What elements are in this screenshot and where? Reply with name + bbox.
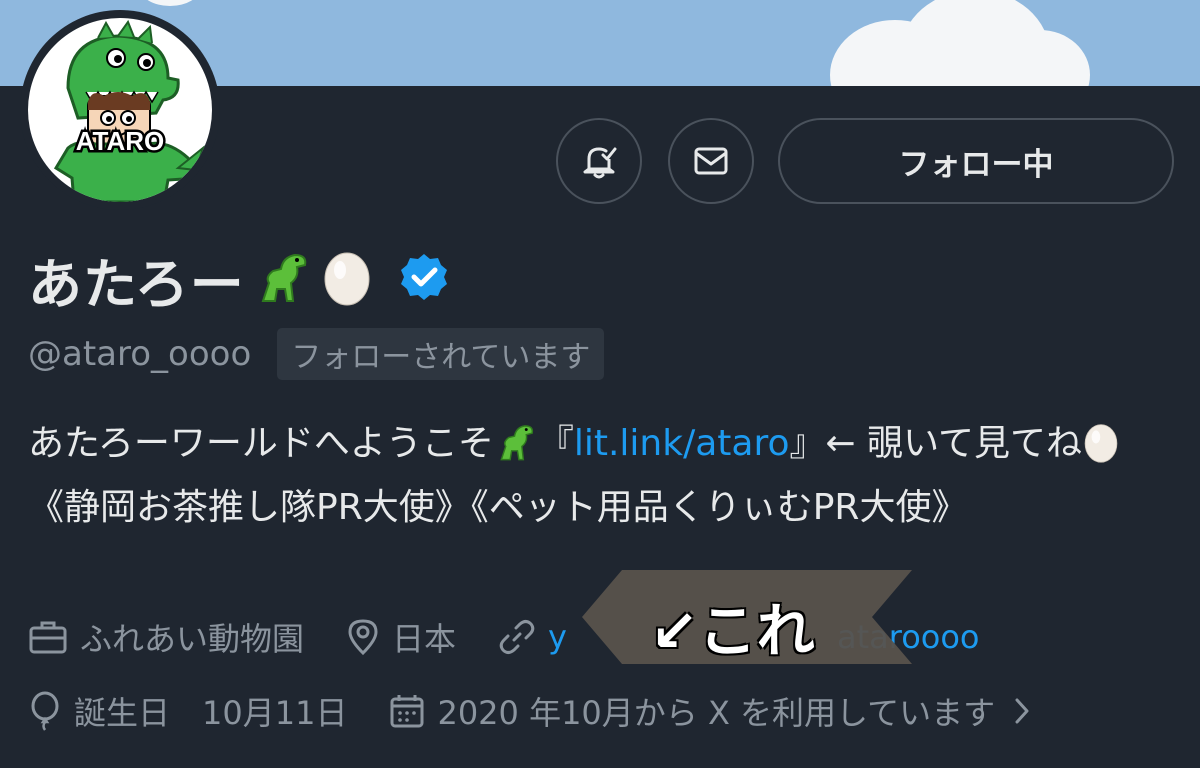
avatar[interactable]: ATARO — [28, 18, 212, 202]
handle: @ataro_oooo — [28, 334, 252, 374]
handle-row: @ataro_oooo フォローされています — [28, 328, 605, 380]
calendar-icon — [390, 695, 424, 728]
bio-intro: あたろーワールドへようこそ — [28, 423, 494, 464]
bell-check-icon — [583, 147, 617, 179]
joined-item[interactable]: 2020 年10月から X を利用しています — [389, 688, 1045, 734]
dinosaur-emoji-icon — [253, 249, 313, 309]
location-item: 日本 — [346, 614, 456, 660]
bio-bracket-open: 『 — [537, 423, 574, 464]
banner-cloud — [140, 0, 200, 6]
joined-text: 2020 年10月から X を利用しています — [437, 694, 996, 732]
job-text: ふれあい動物園 — [80, 620, 305, 658]
bio: あたろーワールドへようこそ 『lit.link/ataro』← 覗いて見てね《静岡… — [28, 416, 1178, 536]
chevron-right-icon — [1015, 698, 1029, 724]
display-name-row: あたろー — [28, 244, 449, 316]
profile-meta-row-2: 誕生日 10月11日 2020 年10月から X を利用しています — [28, 688, 1087, 734]
birthday-text: 誕生日 10月11日 — [74, 694, 348, 732]
website-link-start[interactable]: y — [548, 618, 567, 656]
message-button[interactable] — [668, 118, 754, 204]
bio-link[interactable]: lit.link/ataro — [574, 423, 790, 464]
bio-bracket-close: 』← 覗いて見てね — [789, 423, 1083, 464]
briefcase-icon — [29, 621, 67, 654]
display-name: あたろー — [28, 252, 245, 316]
annotation-text: ↙これ — [650, 597, 815, 665]
egg-emoji-icon — [321, 248, 373, 310]
envelope-icon — [694, 147, 728, 175]
avatar-label: ATARO — [76, 126, 165, 156]
birthday-item: 誕生日 10月11日 — [28, 688, 347, 734]
dinosaur-emoji-icon — [494, 421, 538, 480]
link-icon — [499, 620, 535, 654]
balloon-icon — [31, 691, 59, 731]
verified-badge-icon[interactable] — [399, 252, 449, 306]
follows-you-badge: フォローされています — [277, 328, 605, 380]
location-pin-icon — [348, 619, 378, 656]
dino-character-icon: ATARO — [53, 19, 205, 202]
job-item: ふれあい動物園 — [28, 614, 304, 660]
location-text: 日本 — [392, 620, 457, 658]
following-button[interactable]: フォロー中 — [778, 118, 1174, 204]
notifications-button[interactable] — [556, 118, 642, 204]
egg-emoji-icon — [1082, 421, 1120, 480]
bio-ambassador: 《静岡お茶推し隊PR大使》《ペット用品くりぃむPR大使》 — [28, 487, 968, 528]
